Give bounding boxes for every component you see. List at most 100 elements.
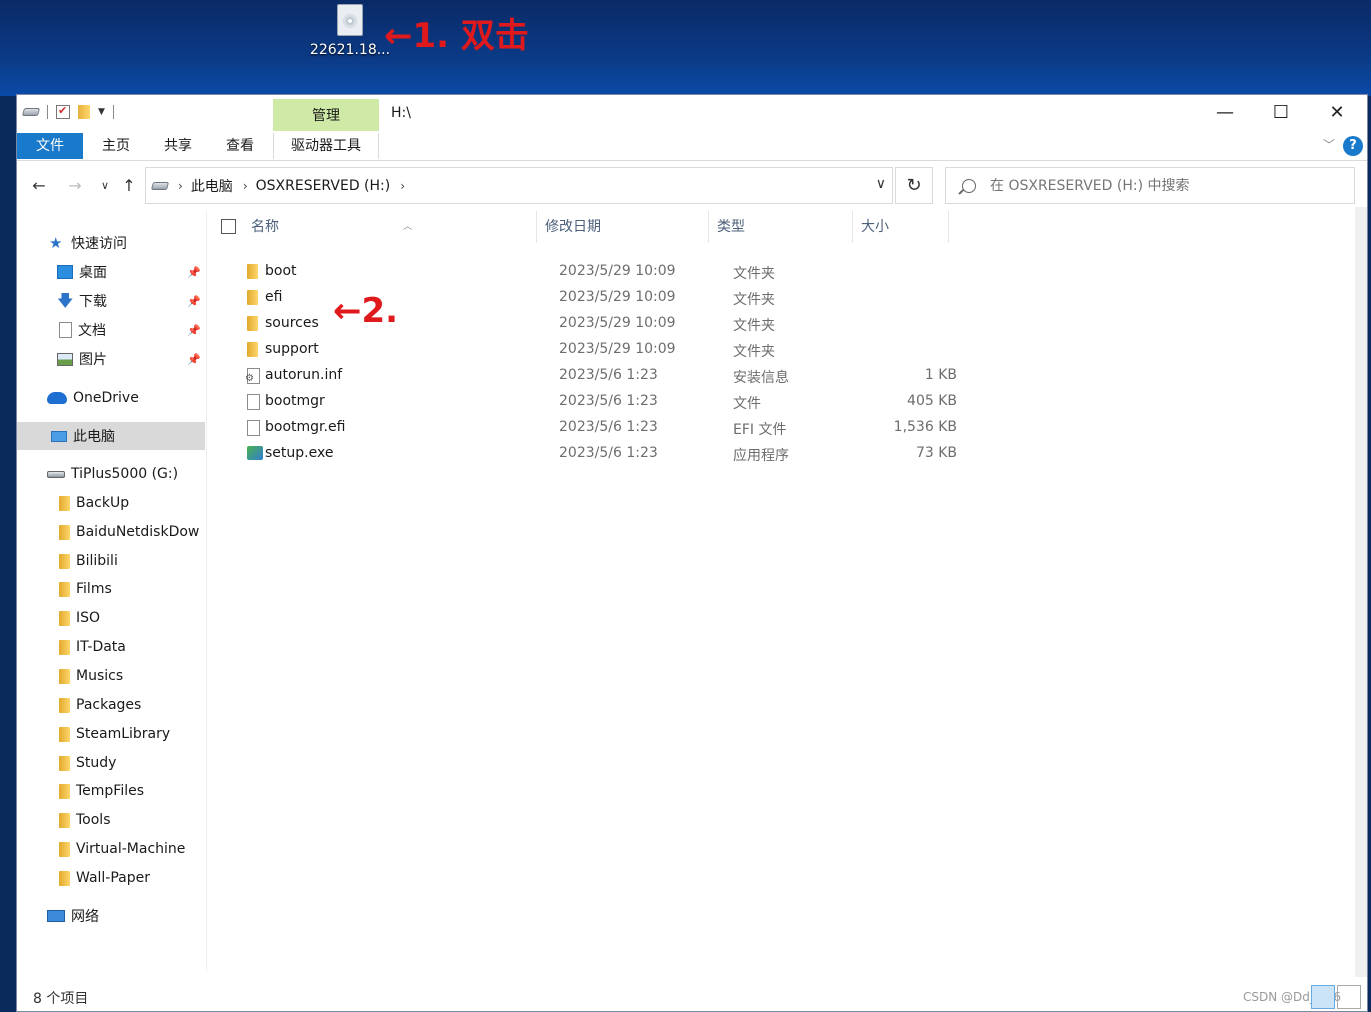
nav-label: Musics <box>76 668 124 684</box>
nav-onedrive[interactable]: OneDrive <box>17 384 205 412</box>
properties-icon[interactable] <box>56 104 70 119</box>
nav-drive-g[interactable]: TiPlus5000 (G:) <box>17 460 205 488</box>
folder-icon <box>59 524 70 540</box>
nav-folder[interactable]: Bilibili <box>17 547 205 575</box>
back-button[interactable]: ← <box>27 173 51 199</box>
nav-folder[interactable]: SteamLibrary <box>17 720 205 748</box>
network-icon <box>47 910 65 922</box>
folder-icon <box>59 783 70 799</box>
breadcrumb-this-pc[interactable]: 此电脑 <box>191 176 233 196</box>
file-type: 文件夹 <box>733 344 775 360</box>
folder-icon <box>59 495 70 511</box>
tab-share[interactable]: 共享 <box>153 133 203 159</box>
customize-qat-icon[interactable]: ▼ <box>98 107 105 117</box>
breadcrumb-arrow-icon[interactable]: › <box>243 179 248 193</box>
nav-pictures[interactable]: 图片 📌 <box>17 345 205 373</box>
tab-file[interactable]: 文件 <box>17 133 83 159</box>
expand-ribbon-icon[interactable]: ﹀ <box>1323 136 1335 153</box>
tab-view[interactable]: 查看 <box>215 133 265 159</box>
nav-folder[interactable]: Films <box>17 575 205 603</box>
scrollbar[interactable] <box>1355 207 1367 977</box>
disc-image-icon <box>337 4 363 36</box>
folder-icon <box>59 610 70 626</box>
minimize-button[interactable]: — <box>1197 95 1253 131</box>
nav-label: IT-Data <box>76 639 126 655</box>
folder-icon <box>59 581 70 597</box>
nav-folder[interactable]: Tools <box>17 806 205 834</box>
column-label: 名称 <box>251 219 279 235</box>
column-header-size[interactable]: 大小 <box>853 211 949 243</box>
chevron-down-icon[interactable]: ∨ <box>876 176 886 192</box>
file-row[interactable]: bootmgr 2023/5/6 1:23 文件 405 KB <box>243 389 1143 415</box>
file-row[interactable]: setup.exe 2023/5/6 1:23 应用程序 73 KB <box>243 441 1143 467</box>
file-row[interactable]: support 2023/5/29 10:09 文件夹 <box>243 337 1143 363</box>
address-bar[interactable]: › 此电脑 › OSXRESERVED (H:) › ∨ <box>145 167 893 204</box>
cloud-icon <box>47 392 67 404</box>
nav-folder[interactable]: IT-Data <box>17 633 205 661</box>
nav-label: 网络 <box>71 909 99 925</box>
pin-icon: 📌 <box>187 294 201 308</box>
nav-folder[interactable]: BaiduNetdiskDow <box>17 518 205 546</box>
close-button[interactable]: ✕ <box>1309 95 1365 131</box>
folder-icon <box>247 316 258 331</box>
tab-drive-tools[interactable]: 驱动器工具 <box>273 133 379 159</box>
tab-home[interactable]: 主页 <box>91 133 141 159</box>
breadcrumb-arrow-icon[interactable]: › <box>178 179 183 193</box>
folder-icon <box>59 639 70 655</box>
column-header-name[interactable]: 名称 ︿ <box>243 211 537 243</box>
details-view-button[interactable] <box>1311 985 1335 1009</box>
nav-folder[interactable]: TempFiles <box>17 777 205 805</box>
navigation-pane: ★ 快速访问 桌面 📌 🡇 下载 📌 文档 📌 图片 📌 OneDrive 此电脑 TiPl… <box>17 211 207 971</box>
search-input[interactable] <box>990 177 1350 194</box>
folder-icon <box>59 870 70 886</box>
forward-button[interactable]: → <box>63 173 87 199</box>
nav-folder[interactable]: Packages <box>17 691 205 719</box>
search-box[interactable] <box>945 167 1355 204</box>
application-icon <box>247 446 263 460</box>
nav-downloads[interactable]: 🡇 下载 📌 <box>17 287 205 315</box>
nav-folder[interactable]: Wall-Paper <box>17 864 205 892</box>
file-type: 文件夹 <box>733 318 775 334</box>
file-name: sources <box>265 315 319 331</box>
picture-icon <box>57 352 73 366</box>
select-all-checkbox[interactable] <box>221 219 236 234</box>
file-row[interactable]: autorun.inf 2023/5/6 1:23 安装信息 1 KB <box>243 363 1143 389</box>
pin-icon: 📌 <box>187 323 201 337</box>
recent-locations-button[interactable]: ∨ <box>93 173 117 199</box>
up-button[interactable]: ↑ <box>117 173 141 199</box>
annotation-step-2: ←2. <box>333 291 399 331</box>
nav-label: 图片 <box>79 352 107 368</box>
nav-folder[interactable]: Study <box>17 749 205 777</box>
search-icon <box>962 178 976 193</box>
nav-folder[interactable]: Virtual-Machine <box>17 835 205 863</box>
refresh-button[interactable]: ↻ <box>895 167 933 204</box>
new-folder-icon[interactable] <box>78 105 90 119</box>
nav-network[interactable]: 网络 <box>17 902 205 930</box>
nav-label: 此电脑 <box>73 429 115 445</box>
tab-manage[interactable]: 管理 <box>273 99 379 131</box>
file-row[interactable]: boot 2023/5/29 10:09 文件夹 <box>243 259 1143 285</box>
nav-quick-access[interactable]: ★ 快速访问 <box>17 229 205 257</box>
maximize-button[interactable]: ☐ <box>1253 95 1309 131</box>
breadcrumb-arrow-icon[interactable]: › <box>400 179 405 193</box>
file-icon <box>247 394 260 410</box>
help-icon[interactable]: ? <box>1343 136 1363 156</box>
file-size: 405 KB <box>907 393 957 409</box>
column-header-date[interactable]: 修改日期 <box>537 211 709 243</box>
nav-this-pc[interactable]: 此电脑 <box>17 422 205 450</box>
file-row[interactable]: bootmgr.efi 2023/5/6 1:23 EFI 文件 1,536 KB <box>243 415 1143 441</box>
file-type: EFI 文件 <box>733 422 787 438</box>
nav-folder[interactable]: ISO <box>17 604 205 632</box>
nav-folder[interactable]: Musics <box>17 662 205 690</box>
window-title: H:\ <box>391 105 411 121</box>
breadcrumb-drive[interactable]: OSXRESERVED (H:) <box>256 178 391 194</box>
nav-label: TiPlus5000 (G:) <box>71 466 179 482</box>
nav-desktop[interactable]: 桌面 📌 <box>17 258 205 286</box>
file-name: efi <box>265 289 283 305</box>
nav-folder[interactable]: BackUp <box>17 489 205 517</box>
column-header-type[interactable]: 类型 <box>709 211 853 243</box>
nav-documents[interactable]: 文档 📌 <box>17 316 205 344</box>
file-type: 安装信息 <box>733 370 789 386</box>
nav-label: 快速访问 <box>71 236 127 252</box>
large-icons-view-button[interactable] <box>1337 985 1361 1009</box>
